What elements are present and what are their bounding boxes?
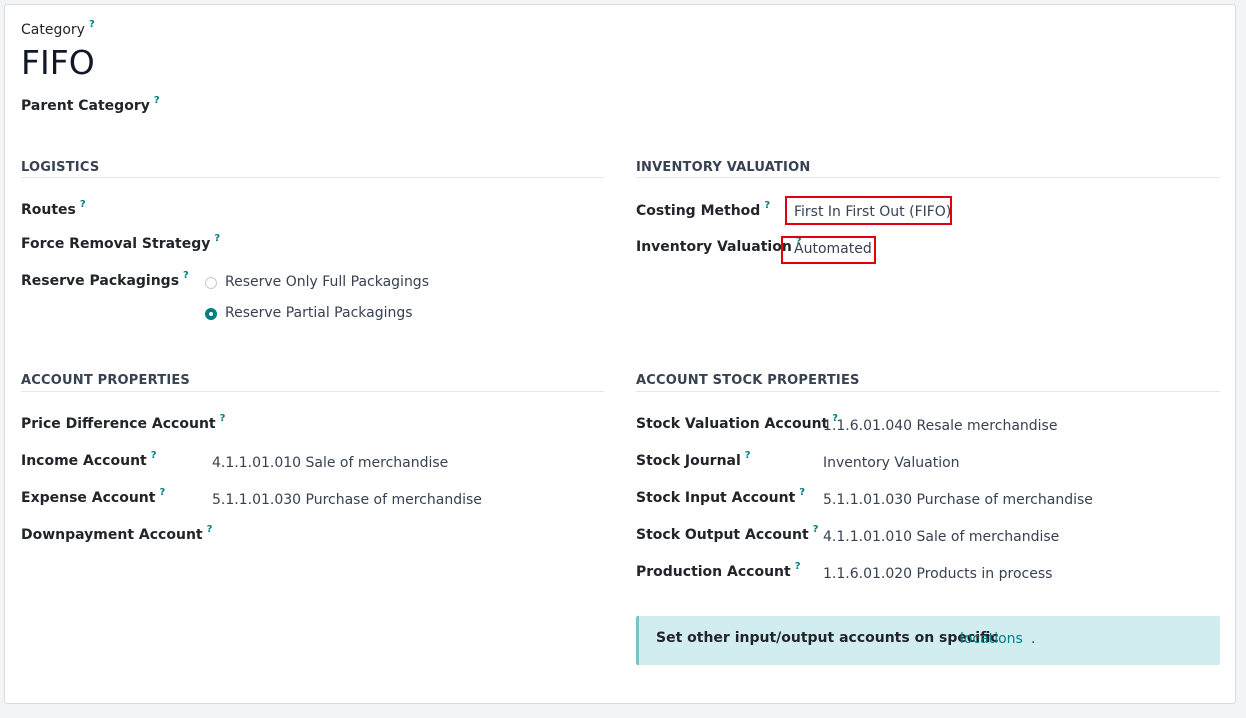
stock-input-account-label: Stock Input Account? [636, 487, 806, 506]
expense-account-label: Expense Account? [21, 487, 166, 506]
section-divider [21, 177, 604, 178]
parent-category-label: Parent Category? [21, 95, 160, 114]
expense-account-value[interactable]: 5.1.1.01.030 Purchase of merchandise [212, 492, 482, 508]
stock-journal-value[interactable]: Inventory Valuation [823, 455, 960, 471]
help-icon[interactable]: ? [80, 199, 86, 210]
form-sheet: Category? FIFO Parent Category? LOGISTIC… [4, 4, 1236, 704]
inventory-valuation-label: Inventory Valuation? [636, 236, 802, 255]
help-icon[interactable]: ? [154, 95, 160, 106]
section-divider [636, 391, 1220, 392]
radio-reserve-partial[interactable] [205, 308, 217, 320]
radio-label-reserve-only-full[interactable]: Reserve Only Full Packagings [225, 274, 429, 290]
stock-valuation-account-value[interactable]: 1.1.6.01.040 Resale merchandise [823, 418, 1057, 434]
help-icon[interactable]: ? [764, 200, 770, 211]
help-icon[interactable]: ? [214, 233, 220, 244]
help-icon[interactable]: ? [813, 524, 819, 535]
stock-valuation-account-label: Stock Valuation Account? [636, 413, 839, 432]
reserve-packagings-label: Reserve Packagings? [21, 270, 189, 289]
info-banner: Set other input/output accounts on speci… [636, 616, 1220, 665]
routes-label: Routes? [21, 199, 86, 218]
section-title-account-stock-properties: ACCOUNT STOCK PROPERTIES [636, 373, 860, 388]
section-title-account-properties: ACCOUNT PROPERTIES [21, 373, 190, 388]
section-divider [21, 391, 604, 392]
locations-link[interactable]: locations [960, 631, 1023, 647]
stock-output-account-value[interactable]: 4.1.1.01.010 Sale of merchandise [823, 529, 1059, 545]
income-account-label: Income Account? [21, 450, 157, 469]
help-icon[interactable]: ? [799, 487, 805, 498]
stock-output-account-label: Stock Output Account? [636, 524, 819, 543]
production-account-label: Production Account? [636, 561, 801, 580]
category-label: Category? [21, 19, 95, 38]
help-icon[interactable]: ? [795, 561, 801, 572]
radio-reserve-only-full[interactable] [205, 277, 217, 289]
help-icon[interactable]: ? [151, 450, 157, 461]
downpayment-account-label: Downpayment Account? [21, 524, 213, 543]
help-icon[interactable]: ? [159, 487, 165, 498]
help-icon[interactable]: ? [207, 524, 213, 535]
stock-input-account-value[interactable]: 5.1.1.01.030 Purchase of merchandise [823, 492, 1093, 508]
inventory-valuation-value[interactable]: Automated [794, 241, 872, 257]
stock-journal-label: Stock Journal? [636, 450, 751, 469]
help-icon[interactable]: ? [89, 19, 95, 30]
costing-method-label: Costing Method? [636, 200, 771, 219]
help-icon[interactable]: ? [745, 450, 751, 461]
production-account-value[interactable]: 1.1.6.01.020 Products in process [823, 566, 1052, 582]
info-banner-text: Set other input/output accounts on speci… [656, 630, 999, 646]
force-removal-strategy-label: Force Removal Strategy? [21, 233, 221, 252]
price-difference-account-label: Price Difference Account? [21, 413, 226, 432]
radio-label-reserve-partial[interactable]: Reserve Partial Packagings [225, 305, 413, 321]
section-divider [636, 177, 1220, 178]
income-account-value[interactable]: 4.1.1.01.010 Sale of merchandise [212, 455, 448, 471]
costing-method-value[interactable]: First In First Out (FIFO) [794, 204, 951, 220]
section-title-inventory-valuation: INVENTORY VALUATION [636, 160, 811, 175]
page-title[interactable]: FIFO [21, 43, 95, 82]
help-icon[interactable]: ? [220, 413, 226, 424]
section-title-logistics: LOGISTICS [21, 160, 100, 175]
info-banner-suffix: . [1031, 631, 1036, 647]
help-icon[interactable]: ? [183, 270, 189, 281]
